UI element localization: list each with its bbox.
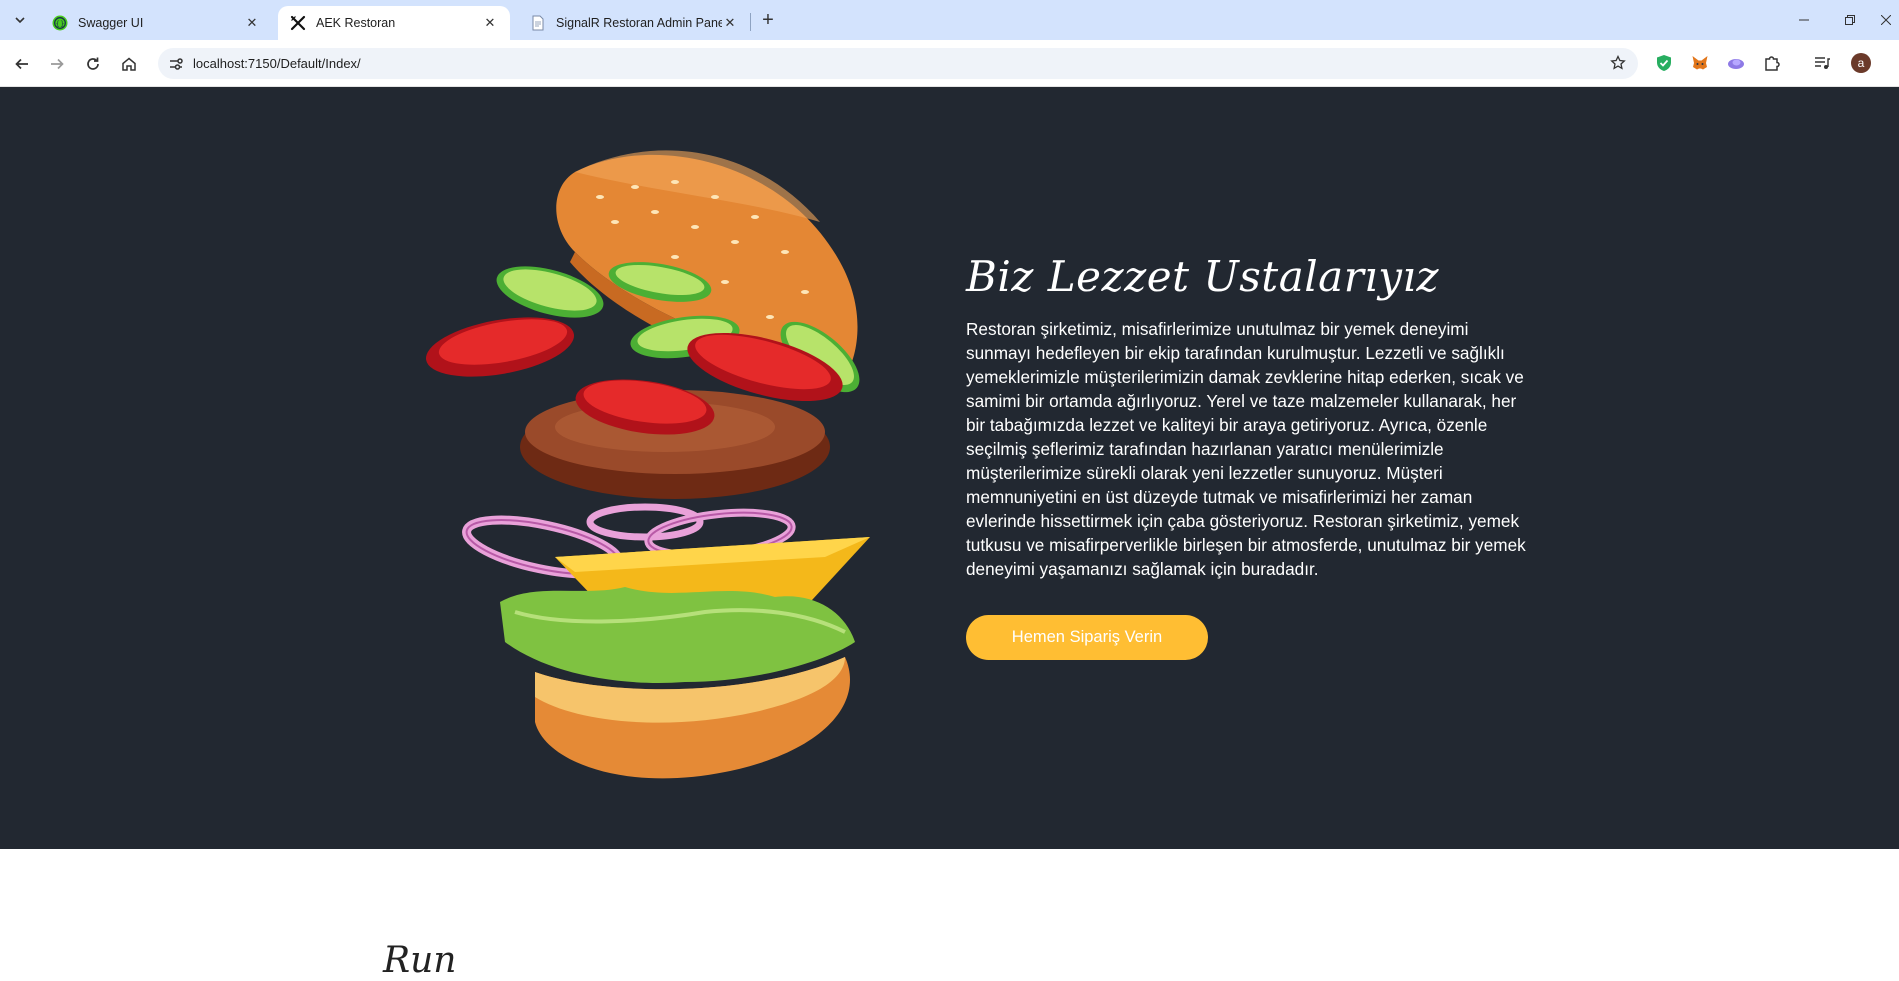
reload-icon (87, 57, 99, 70)
hero-title: Biz Lezzet Ustalarıyız (966, 252, 1439, 301)
forward-button[interactable] (43, 50, 71, 78)
tab-separator (750, 13, 751, 31)
back-button[interactable] (8, 50, 36, 78)
reload-button[interactable] (79, 50, 107, 78)
close-window-button[interactable] (1873, 0, 1899, 40)
minimize-button[interactable] (1781, 0, 1827, 40)
svg-text:{}: {} (56, 20, 65, 28)
close-icon[interactable]: ✕ (244, 15, 260, 31)
tab-signalr-admin[interactable]: SignalR Restoran Admin Paneli ✕ (518, 6, 750, 40)
browser-toolbar: localhost:7150/Default/Index/ a (0, 40, 1899, 87)
close-icon[interactable]: ✕ (482, 15, 498, 31)
media-controls-icon[interactable] (1811, 52, 1833, 74)
tab-title: Swagger UI (78, 16, 144, 30)
profile-avatar[interactable]: a (1851, 53, 1871, 73)
url-text: localhost:7150/Default/Index/ (193, 56, 361, 71)
restaurant-icon (290, 15, 306, 31)
restore-button[interactable] (1827, 0, 1873, 40)
hero-description: Restoran şirketimiz, misafirlerimize unu… (966, 319, 1526, 579)
burger-illustration (425, 150, 870, 779)
bookmark-star-icon[interactable] (1608, 53, 1628, 73)
about-hero-section: Biz Lezzet Ustalarıyız Restoran şirketim… (0, 87, 1899, 849)
address-bar[interactable]: localhost:7150/Default/Index/ (158, 48, 1638, 79)
home-button[interactable] (115, 50, 143, 78)
tab-title: SignalR Restoran Admin Paneli (556, 16, 722, 30)
home-icon (122, 57, 136, 71)
hero-text-block: Biz Lezzet Ustalarıyız Restoran şirketim… (966, 252, 1526, 660)
minimize-icon (1799, 19, 1809, 21)
restore-icon (1845, 15, 1855, 25)
arrow-left-icon (15, 58, 28, 70)
swagger-icon: {} (52, 15, 68, 31)
metamask-fox-icon[interactable] (1689, 52, 1711, 74)
close-icon[interactable]: ✕ (722, 15, 738, 31)
browser-tabstrip: {} Swagger UI ✕ AEK Restoran ✕ SignalR R… (0, 0, 1899, 40)
site-info-icon[interactable] (166, 54, 186, 74)
tab-aek-restoran[interactable]: AEK Restoran ✕ (278, 6, 510, 40)
extensions-puzzle-icon[interactable] (1761, 52, 1783, 74)
chevron-down-icon (15, 17, 25, 24)
tab-search-button[interactable] (6, 8, 34, 32)
purple-extension-icon[interactable] (1725, 52, 1747, 74)
close-window-icon (1881, 15, 1891, 25)
section-heading: Run (383, 940, 457, 981)
shield-extension-icon[interactable] (1653, 52, 1675, 74)
plus-icon: + (762, 8, 774, 31)
document-icon (530, 15, 546, 31)
order-now-button[interactable]: Hemen Sipariş Verin (966, 615, 1208, 660)
arrow-right-icon (51, 58, 64, 70)
new-tab-button[interactable]: + (756, 8, 780, 32)
tab-swagger[interactable]: {} Swagger UI ✕ (40, 6, 272, 40)
next-section: Run (0, 849, 1899, 981)
tab-title: AEK Restoran (316, 16, 396, 30)
